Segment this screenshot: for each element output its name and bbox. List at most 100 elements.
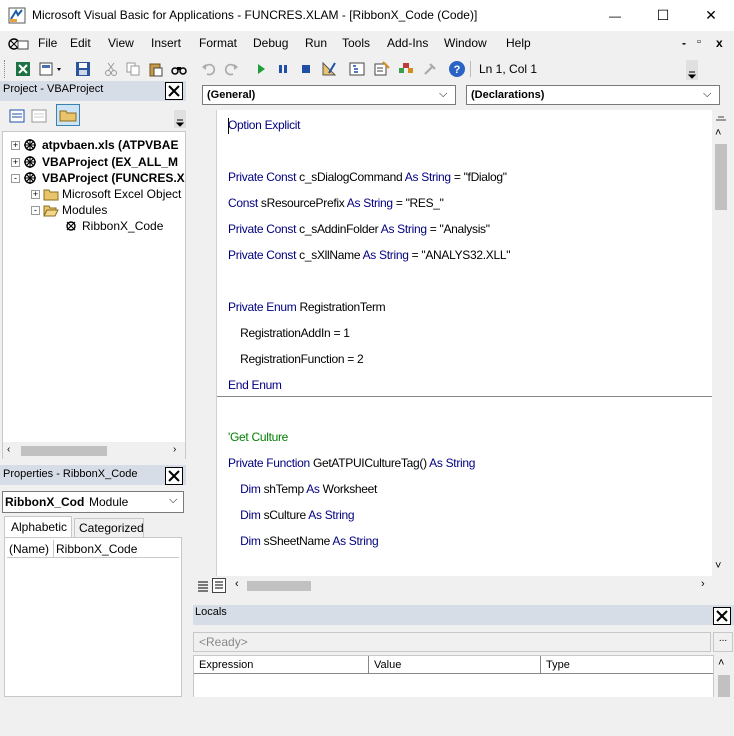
cut-icon[interactable]: [102, 60, 120, 78]
menu-insert[interactable]: Insert: [151, 36, 181, 50]
project-tree-node[interactable]: + atpvbaen.xls (ATPVBAE: [11, 137, 178, 153]
locals-vscroll-thumb[interactable]: [718, 675, 730, 699]
locals-column-expression[interactable]: Expression: [194, 656, 369, 674]
vscroll-thumb[interactable]: [715, 144, 727, 210]
scroll-right-icon[interactable]: ›: [701, 578, 705, 590]
expand-icon[interactable]: +: [11, 140, 20, 150]
mdi-restore-button[interactable]: ▫: [697, 36, 701, 48]
scroll-up-icon[interactable]: [715, 110, 727, 121]
scroll-left-icon[interactable]: ‹: [235, 578, 239, 590]
code-margin-indicator-bar[interactable]: [193, 110, 217, 576]
toggle-folders-button[interactable]: [56, 104, 80, 126]
code-line[interactable]: RegistrationAddIn = 1: [228, 326, 350, 340]
project-tree-node[interactable]: + Microsoft Excel Object: [31, 186, 181, 202]
code-line[interactable]: 'Get Culture: [228, 430, 288, 444]
code-line[interactable]: Private Function GetATPUICultureTag() As…: [228, 456, 475, 470]
break-icon[interactable]: [274, 60, 292, 78]
code-line[interactable]: End Enum: [228, 378, 282, 392]
code-hscroll-bar[interactable]: ‹ ›: [193, 576, 730, 596]
insert-module-icon[interactable]: [38, 60, 66, 78]
help-icon[interactable]: ?: [448, 60, 466, 78]
menu-file[interactable]: File: [38, 36, 57, 50]
view-code-icon[interactable]: [8, 107, 26, 125]
procedure-view-icon[interactable]: [197, 579, 209, 593]
code-hscroll-thumb[interactable]: [247, 581, 311, 591]
copy-icon[interactable]: [124, 60, 142, 78]
scroll-left-icon[interactable]: ‹: [7, 444, 10, 455]
menu-help[interactable]: Help: [506, 36, 531, 50]
code-vscroll[interactable]: ˄ ˅: [712, 110, 730, 576]
toolbox-icon[interactable]: [421, 60, 439, 78]
maximize-button[interactable]: ☐: [640, 0, 686, 31]
chevron-down-icon[interactable]: ˅: [715, 560, 721, 572]
pane-toolbar-overflow-icon[interactable]: [174, 110, 186, 128]
properties-grid[interactable]: (Name) RibbonX_Code: [4, 537, 182, 697]
properties-pane-close-button[interactable]: [165, 467, 183, 485]
collapse-icon[interactable]: -: [11, 173, 20, 183]
menu-window[interactable]: Window: [444, 36, 487, 50]
expand-icon[interactable]: +: [31, 189, 40, 199]
view-object-icon[interactable]: [30, 107, 48, 125]
project-tree-node[interactable]: - Modules: [31, 202, 107, 218]
menu-run[interactable]: Run: [305, 36, 327, 50]
object-combo[interactable]: (General) ⌵: [202, 85, 456, 105]
minimize-button[interactable]: —: [592, 0, 638, 31]
locals-close-button[interactable]: [713, 607, 731, 625]
design-mode-icon[interactable]: [320, 60, 338, 78]
code-line[interactable]: Private Const c_sAddinFolder As String =…: [228, 222, 490, 236]
code-line[interactable]: Option Explicit: [228, 118, 301, 132]
undo-icon[interactable]: [200, 60, 218, 78]
property-value[interactable]: RibbonX_Code: [56, 542, 137, 556]
toolbar-overflow-icon[interactable]: [686, 60, 698, 80]
save-icon[interactable]: [74, 60, 92, 78]
view-excel-icon[interactable]: [14, 60, 32, 78]
reset-icon[interactable]: [297, 60, 315, 78]
project-tree-node[interactable]: + VBAProject (EX_ALL_M: [11, 154, 178, 170]
properties-object-select[interactable]: RibbonX_Cod Module ⌵: [2, 491, 184, 513]
menu-format[interactable]: Format: [199, 36, 237, 50]
code-line[interactable]: RegistrationFunction = 2: [228, 352, 364, 366]
locals-vscroll[interactable]: ˄: [715, 655, 733, 700]
code-line[interactable]: Private Const c_sXllName As String = "AN…: [228, 248, 510, 262]
paste-icon[interactable]: [147, 60, 165, 78]
project-tree[interactable]: + atpvbaen.xls (ATPVBAE + VBAProject (EX_AL…: [2, 131, 186, 459]
chevron-up-icon[interactable]: ˄: [715, 127, 721, 139]
menu-edit[interactable]: Edit: [70, 36, 91, 50]
menu-tools[interactable]: Tools: [342, 36, 370, 50]
menu-debug[interactable]: Debug: [253, 36, 288, 50]
run-icon[interactable]: [252, 60, 270, 78]
code-line[interactable]: Dim sSheetName As String: [228, 534, 379, 548]
scroll-right-icon[interactable]: ›: [173, 444, 176, 455]
title-bar[interactable]: Microsoft Visual Basic for Applications …: [0, 0, 734, 31]
code-line[interactable]: Dim sCulture As String: [228, 508, 354, 522]
toolbar-grip[interactable]: [4, 60, 7, 78]
locals-grid[interactable]: Expression Value Type: [193, 655, 714, 700]
close-window-button[interactable]: ✕: [688, 0, 734, 31]
chevron-up-icon[interactable]: ˄: [718, 657, 724, 669]
collapse-icon[interactable]: -: [31, 205, 40, 215]
project-tree-node[interactable]: - VBAProject (FUNCRES.X: [11, 170, 185, 186]
find-icon[interactable]: [170, 60, 188, 78]
code-line[interactable]: Private Enum RegistrationTerm: [228, 300, 386, 314]
project-tree-hscroll[interactable]: ‹ ›: [3, 442, 185, 459]
project-pane-close-button[interactable]: [165, 82, 183, 100]
menu-addins[interactable]: Add-Ins: [387, 36, 428, 50]
call-stack-button[interactable]: ...: [713, 632, 733, 652]
tab-categorized[interactable]: Categorized: [74, 518, 144, 538]
project-explorer-icon[interactable]: [348, 60, 366, 78]
property-row[interactable]: (Name) RibbonX_Code: [7, 540, 179, 558]
code-line[interactable]: Private Const c_sDialogCommand As String…: [228, 170, 507, 184]
locals-column-value[interactable]: Value: [369, 656, 541, 674]
code-line[interactable]: Dim shTemp As Worksheet: [228, 482, 377, 496]
expand-icon[interactable]: +: [11, 157, 20, 167]
mdi-minimize-button[interactable]: -: [682, 36, 686, 50]
locals-column-type[interactable]: Type: [541, 656, 713, 674]
hscroll-thumb[interactable]: [21, 446, 107, 456]
project-tree-node[interactable]: RibbonX_Code: [51, 218, 163, 234]
full-module-view-icon[interactable]: [212, 578, 226, 593]
code-line[interactable]: Const sResourcePrefix As String = "RES_": [228, 196, 444, 210]
menu-view[interactable]: View: [108, 36, 134, 50]
redo-icon[interactable]: [222, 60, 240, 78]
tab-alphabetic[interactable]: Alphabetic: [4, 516, 72, 538]
procedure-combo[interactable]: (Declarations) ⌵: [466, 85, 720, 105]
